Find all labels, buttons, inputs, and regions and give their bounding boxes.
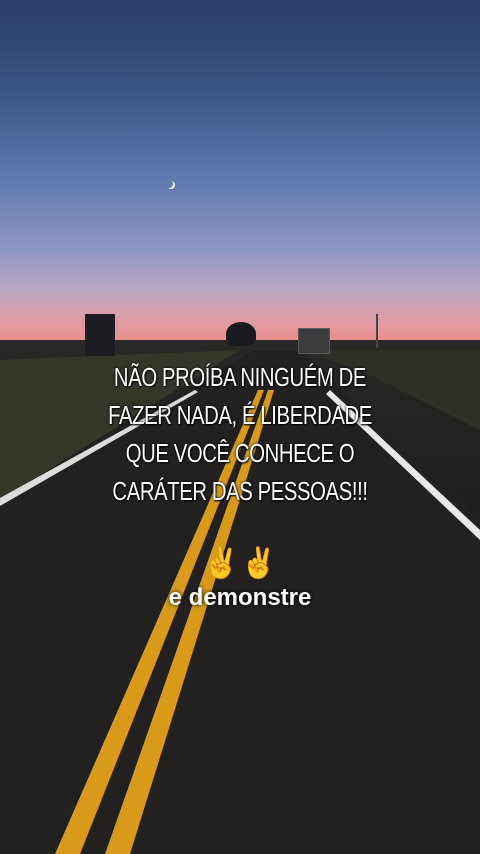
caption-text: NÃO PROÍBA NINGUÉM DE FAZER NADA, É LIBE… (53, 358, 427, 510)
photo-scene: NÃO PROÍBA NINGUÉM DE FAZER NADA, É LIBE… (0, 0, 480, 854)
caption-line: QUE VOCÊ CONHECE O (125, 438, 355, 468)
roadside-billboard (85, 314, 115, 356)
evening-sky (0, 0, 480, 360)
caption-line: CARÁTER DAS PESSOAS!!! (112, 476, 368, 506)
crescent-moon (165, 180, 173, 188)
tree-silhouette (226, 322, 256, 346)
victory-hand-icon: ✌️✌️ (202, 547, 278, 580)
subcaption-text: e demonstre (168, 584, 312, 611)
caption-line: FAZER NADA, É LIBERDADE (108, 400, 372, 430)
distant-truck (298, 328, 330, 354)
utility-pole (376, 314, 378, 348)
caption-line: NÃO PROÍBA NINGUÉM DE (113, 362, 367, 392)
